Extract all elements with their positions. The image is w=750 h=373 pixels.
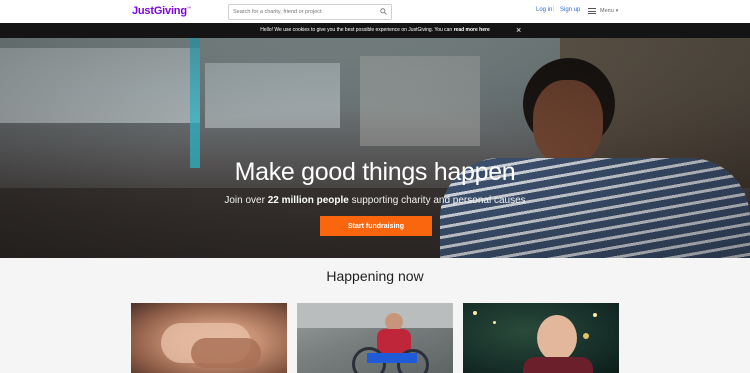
light: [493, 321, 496, 324]
logo-text: JustGiving: [132, 5, 187, 17]
login-link[interactable]: Log in: [536, 7, 552, 13]
start-fundraising-button[interactable]: Start fundraising: [320, 216, 432, 236]
story-card-handcycle[interactable]: [297, 303, 453, 373]
header-separator: |: [553, 6, 555, 12]
cookie-read-more-link[interactable]: read more here: [454, 27, 490, 33]
hero-subtitle-emphasis: 22 million people: [267, 195, 349, 206]
signup-link[interactable]: Sign up: [560, 7, 580, 13]
hero-subtitle-suffix: supporting charity and personal causes: [348, 195, 526, 206]
street-background: [297, 303, 453, 328]
handcycle-frame: [367, 353, 417, 363]
chevron-down-icon: ▾: [615, 8, 619, 14]
hero-subtitle-prefix: Join over: [224, 195, 268, 206]
cookie-message: Hello! We use cookies to give you the be…: [0, 27, 750, 33]
light: [473, 311, 477, 315]
hamburger-icon: [588, 8, 596, 14]
child-sweater: [523, 357, 593, 373]
hero-title: Make good things happen: [234, 158, 516, 186]
search-input[interactable]: [233, 6, 373, 17]
cookie-text: Hello! We use cookies to give you the be…: [260, 27, 454, 33]
search-icon[interactable]: [380, 8, 387, 15]
happening-now-heading: Happening now: [326, 268, 424, 284]
hero-banner: Make good things happen Join over 22 mil…: [0, 38, 750, 258]
menu-label: Menu: [600, 8, 614, 14]
site-header: JustGiving™ Log in | Sign up Menu ▾: [0, 0, 750, 23]
justgiving-logo[interactable]: JustGiving™: [132, 5, 191, 17]
child-face: [537, 315, 577, 361]
hands-shape-dark: [191, 338, 261, 368]
story-card-christmas[interactable]: [463, 303, 619, 373]
close-icon[interactable]: ×: [516, 25, 521, 35]
menu-button[interactable]: Menu ▾: [588, 5, 618, 17]
ornament: [583, 333, 589, 339]
search-box[interactable]: [228, 4, 392, 20]
logo-trademark: ™: [186, 5, 191, 11]
hero-subtitle: Join over 22 million people supporting c…: [0, 195, 750, 206]
cookie-banner: Hello! We use cookies to give you the be…: [0, 23, 750, 38]
light: [593, 313, 597, 317]
story-card-holding-hands[interactable]: [131, 303, 287, 373]
